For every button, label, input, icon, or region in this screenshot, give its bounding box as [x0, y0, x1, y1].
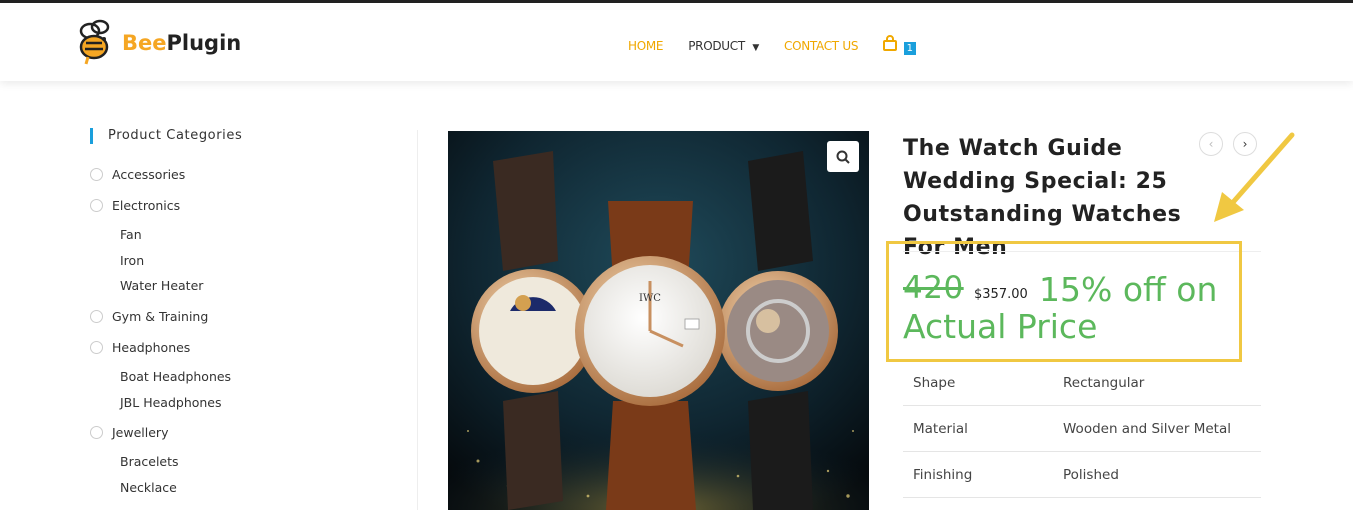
radio-icon[interactable]	[90, 199, 103, 212]
nav-contact[interactable]: CONTACT US	[784, 39, 858, 53]
product-image[interactable]: IWC	[448, 131, 869, 510]
logo-text: BeePlugin	[122, 31, 241, 55]
subcategory-jbl-headphones[interactable]: JBL Headphones	[120, 395, 222, 410]
bee-logo-icon	[79, 19, 110, 65]
product-categories-sidebar: Product Categories Accessories Electroni…	[90, 128, 390, 495]
attribute-key: Material	[913, 421, 968, 437]
main-nav: HOME PRODUCT ▼ CONTACT US 1	[628, 35, 916, 56]
table-row: Material Wooden and Silver Metal	[903, 406, 1261, 452]
attribute-key: Shape	[913, 375, 956, 391]
attribute-value: Wooden and Silver Metal	[1063, 421, 1231, 437]
category-gym-training[interactable]: Gym & Training	[90, 309, 208, 324]
site-logo[interactable]: BeePlugin	[74, 17, 241, 69]
radio-icon[interactable]	[90, 310, 103, 323]
category-label: Electronics	[112, 198, 181, 213]
sidebar-title: Product Categories	[90, 128, 390, 144]
category-label: Headphones	[112, 340, 191, 355]
product-attributes-table: Shape Rectangular Material Wooden and Si…	[903, 360, 1261, 498]
radio-icon[interactable]	[90, 341, 103, 354]
logo-text-bee: Bee	[122, 31, 167, 55]
attribute-value: Rectangular	[1063, 375, 1145, 391]
table-row: Shape Rectangular	[903, 360, 1261, 406]
watches-photo: IWC	[448, 131, 869, 510]
table-row: Finishing Polished	[903, 452, 1261, 498]
category-jewellery[interactable]: Jewellery	[90, 425, 168, 440]
subcategory-iron[interactable]: Iron	[120, 253, 144, 268]
category-accessories[interactable]: Accessories	[90, 167, 185, 182]
annotation-arrow-icon	[1214, 132, 1295, 222]
watch-brand-text: IWC	[639, 293, 661, 304]
category-headphones[interactable]: Headphones	[90, 340, 190, 355]
chevron-down-icon: ▼	[752, 42, 760, 53]
search-icon	[836, 150, 850, 164]
radio-icon[interactable]	[90, 168, 103, 181]
sidebar-divider	[417, 130, 418, 510]
radio-icon[interactable]	[90, 426, 103, 439]
attribute-key: Finishing	[913, 467, 973, 483]
site-header: BeePlugin HOME PRODUCT ▼ CONTACT US 1	[0, 3, 1353, 81]
old-price: 420	[903, 270, 964, 306]
sale-price: $357.00	[974, 287, 1028, 302]
category-label: Gym & Training	[112, 309, 209, 324]
cart-count-badge: 1	[903, 42, 916, 55]
category-label: Accessories	[112, 167, 186, 182]
subcategory-water-heater[interactable]: Water Heater	[120, 278, 203, 293]
nav-product-label: PRODUCT	[688, 38, 745, 53]
discount-text-line2: Actual Price	[903, 307, 1098, 346]
subcategory-necklace[interactable]: Necklace	[120, 480, 177, 495]
category-label: Jewellery	[112, 425, 169, 440]
nav-home[interactable]: HOME	[628, 39, 664, 53]
nav-product[interactable]: PRODUCT ▼	[688, 39, 759, 53]
cart-button[interactable]: 1	[882, 35, 916, 56]
subcategory-boat-headphones[interactable]: Boat Headphones	[120, 369, 231, 384]
attribute-value: Polished	[1063, 467, 1119, 483]
discount-text-line1: 15% off on	[1039, 270, 1218, 309]
subcategory-bracelets[interactable]: Bracelets	[120, 454, 179, 469]
logo-text-plugin: Plugin	[166, 31, 242, 55]
zoom-button[interactable]	[827, 141, 859, 172]
subcategory-fan[interactable]: Fan	[120, 227, 142, 242]
category-electronics[interactable]: Electronics	[90, 198, 180, 213]
shopping-bag-icon	[883, 35, 898, 51]
